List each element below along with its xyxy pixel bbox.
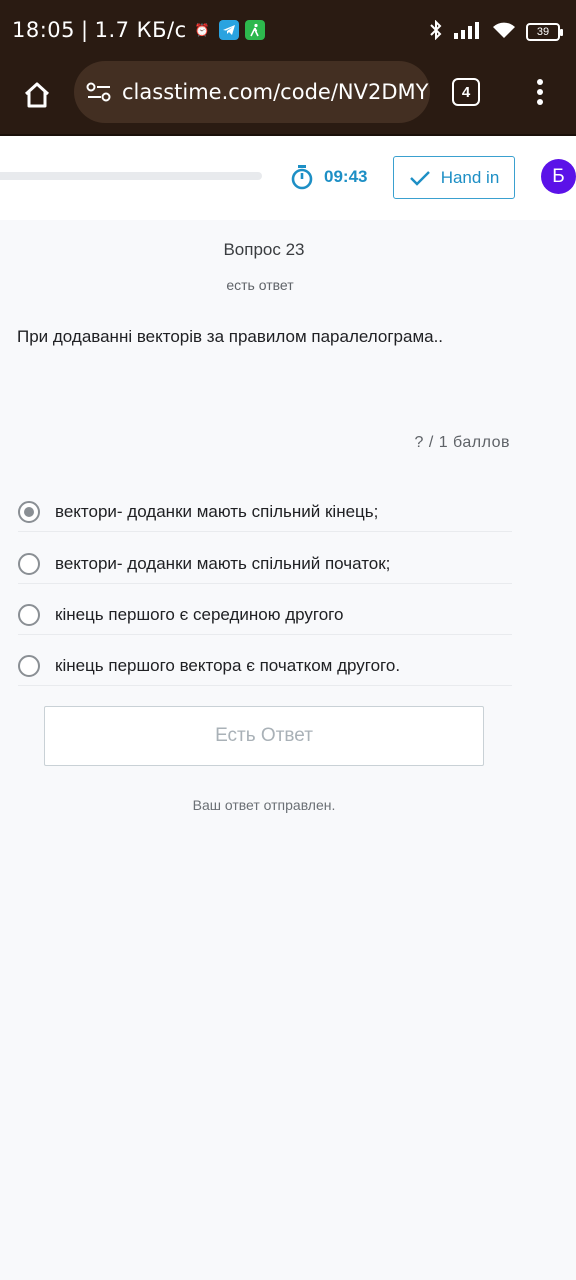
avatar[interactable]: Б (541, 159, 576, 194)
menu-dot (537, 79, 543, 85)
address-bar[interactable]: classtime.com/code/NV2DMY (74, 61, 430, 123)
answer-option[interactable]: вектори- доданки мають спільний початок; (18, 544, 512, 584)
checkmark-icon (409, 170, 430, 186)
stopwatch-icon (291, 165, 313, 190)
timer: 09:43 (290, 164, 367, 190)
submit-answer-button[interactable]: Есть Ответ (44, 706, 484, 766)
question-number: Вопрос 23 (223, 240, 305, 259)
radio-button[interactable] (18, 654, 40, 677)
signal-icon (454, 21, 482, 43)
status-left: 18:05 | 1.7 КБ/с ⏰ (12, 18, 265, 42)
answer-option[interactable]: кінець першого вектора є початком другог… (18, 646, 512, 686)
url-text: classtime.com/code/NV2DMY (122, 80, 429, 104)
menu-dot (537, 89, 543, 95)
answer-option-label: кінець першого є серединою другого (55, 604, 344, 624)
wifi-icon (492, 21, 516, 43)
quiz-header: 09:43 Hand in Б (0, 136, 576, 220)
progress-bar (0, 172, 262, 180)
question-status: есть ответ (226, 277, 294, 293)
radio-button[interactable] (18, 552, 40, 575)
tabs-button[interactable]: 4 (452, 78, 480, 106)
question-text: При додаванні векторів за правилом парал… (17, 327, 444, 346)
answer-option[interactable]: вектори- доданки мають спільний кінець; (18, 492, 512, 532)
bluetooth-icon (428, 19, 444, 44)
answer-option-label: вектори- доданки мають спільний кінець; (55, 501, 379, 521)
site-settings-icon[interactable] (86, 81, 112, 103)
radio-button-selected[interactable] (18, 500, 40, 523)
hand-in-label: Hand in (440, 167, 500, 187)
radio-button[interactable] (18, 603, 40, 626)
status-divider: | (81, 18, 89, 42)
status-bar: 18:05 | 1.7 КБ/с ⏰ 39 (0, 0, 576, 58)
alarm-icon: ⏰ (194, 23, 211, 37)
battery-icon: 39 (526, 23, 563, 41)
browser-toolbar: classtime.com/code/NV2DMY 4 (0, 58, 576, 136)
home-button[interactable] (18, 76, 56, 114)
timer-value: 09:43 (324, 167, 368, 186)
points-label: ? / 1 баллов (414, 434, 510, 451)
home-icon (24, 82, 50, 108)
answer-option-label: вектори- доданки мають спільний початок; (55, 553, 391, 573)
answer-sent-message: Ваш ответ отправлен. (192, 797, 336, 813)
answer-option[interactable]: кінець першого є серединою другого (18, 595, 512, 635)
telegram-icon (218, 20, 239, 40)
status-right: 39 (428, 19, 563, 44)
status-time: 18:05 (12, 18, 76, 42)
answer-option-label: кінець першого вектора є початком другог… (55, 655, 401, 675)
browser-menu-button[interactable] (528, 74, 552, 110)
network-speed: 1.7 КБ/с (94, 18, 187, 42)
menu-dot (537, 99, 543, 105)
hand-in-button[interactable]: Hand in (393, 156, 515, 199)
activity-icon (244, 20, 265, 40)
